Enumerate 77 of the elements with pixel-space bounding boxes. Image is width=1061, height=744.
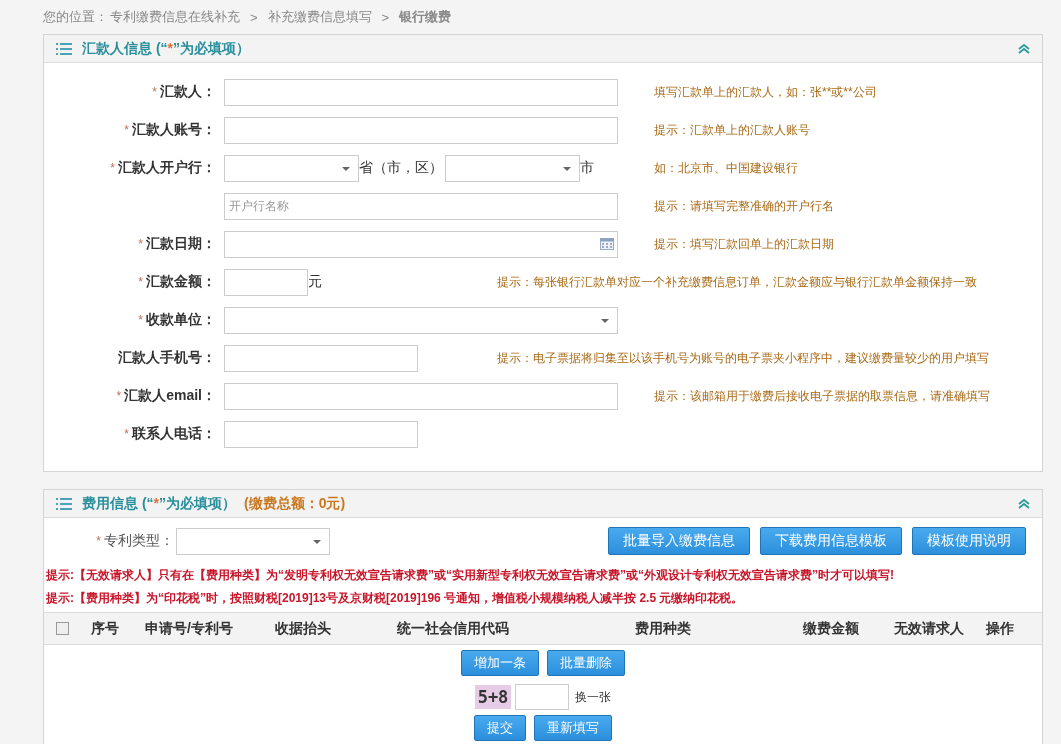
field-hint: 提示：汇款单上的汇款人账号 <box>654 121 810 139</box>
column-header: 费用种类 <box>634 619 692 638</box>
collapse-icon[interactable] <box>1018 498 1030 509</box>
required-mark: * <box>116 389 122 403</box>
captcha-field[interactable] <box>515 684 570 710</box>
breadcrumb-separator: > <box>250 9 258 25</box>
fee-total: (缴费总额：0元) <box>244 494 346 513</box>
warning-note: 提示:【无效请求人】只有在【费用种类】为“发明专利权无效宣告请求费”或“实用新型专利权无效宣告请求费”或“外观设计专利权无效宣告请求费”时才可以填写! <box>45 567 895 584</box>
field-hint: 提示：该邮箱用于缴费后接收电子票据的取票信息，请准确填写 <box>654 387 990 405</box>
captcha-image: 5+8 <box>474 685 512 709</box>
required-mark: * <box>110 161 115 175</box>
field-label: 专利类型： <box>104 532 174 548</box>
field-hint: 提示：填写汇款回单上的汇款日期 <box>654 235 834 253</box>
field-label: 汇款人email： <box>124 387 216 403</box>
submit-button[interactable]: 重新填写 <box>534 715 612 741</box>
column-header: 缴费金额 <box>801 619 860 638</box>
input-field[interactable] <box>224 420 418 448</box>
row-button[interactable]: 增加一条 <box>461 650 539 676</box>
column-header: 无效请求人 <box>893 619 965 638</box>
breadcrumb-link[interactable]: 补充缴费信息填写 <box>267 8 372 26</box>
field-suffix: 省（市，区） <box>359 159 443 177</box>
field-hint: 如：北京市、中国建设银行 <box>654 159 798 177</box>
breadcrumb-link[interactable]: 专利缴费信息在线补充 <box>110 8 240 26</box>
column-header: 序号 <box>90 619 120 638</box>
action-button[interactable]: 下载费用信息模板 <box>760 527 902 555</box>
field-label: 汇款人开户行： <box>118 159 216 175</box>
input-field[interactable] <box>224 78 618 106</box>
required-mark: * <box>138 275 143 289</box>
breadcrumb-current: 银行缴费 <box>399 8 452 26</box>
column-header: 收据抬头 <box>274 619 332 638</box>
list-icon <box>56 42 72 55</box>
field-label: 汇款日期： <box>146 235 216 251</box>
unit-label: 元 <box>308 273 322 291</box>
action-button[interactable]: 批量导入缴费信息 <box>608 527 750 555</box>
section-title: 汇款人信息 (“*”为必填项） <box>82 39 250 58</box>
required-mark: * <box>96 534 101 548</box>
field-suffix: 市 <box>580 159 594 177</box>
column-header: 统一社会信用代码 <box>396 619 510 638</box>
required-mark: * <box>138 237 143 251</box>
field-hint: 填写汇款单上的汇款人，如：张**或**公司 <box>654 83 877 101</box>
required-mark: * <box>138 313 143 327</box>
input-field[interactable] <box>224 116 618 144</box>
warning-note: 提示:【费用种类】为“印花税”时，按照财税[2019]13号及京财税[2019]196 号通知，增值税小规模纳税人减半按 2.5 元缴纳印花税。 <box>45 590 745 607</box>
date-field[interactable] <box>224 230 618 258</box>
refresh-link[interactable]: 换一张 <box>575 688 612 706</box>
required-mark: * <box>124 427 129 441</box>
breadcrumb-label: 您的位置： <box>43 8 108 26</box>
field-label: 汇款人账号： <box>132 121 216 137</box>
amount-field[interactable] <box>224 268 308 296</box>
section-title: 费用信息 (“*”为必填项） <box>82 494 236 513</box>
list-icon <box>56 497 72 510</box>
field-label: 联系人电话： <box>132 425 216 441</box>
field-label: 收款单位： <box>146 311 216 327</box>
select-field[interactable] <box>445 154 580 182</box>
required-mark: * <box>152 85 157 99</box>
action-button[interactable]: 模板使用说明 <box>912 527 1026 555</box>
select-field[interactable] <box>224 154 359 182</box>
input-field[interactable] <box>224 344 418 372</box>
field-label: 汇款人手机号： <box>118 349 216 365</box>
field-label: 汇款人： <box>160 83 216 99</box>
select-field[interactable] <box>224 306 618 334</box>
column-header: 操作 <box>985 619 1015 638</box>
input-field[interactable] <box>224 382 618 410</box>
select-all-checkbox[interactable] <box>55 622 69 635</box>
select-field[interactable] <box>176 527 330 555</box>
collapse-icon[interactable] <box>1018 43 1030 54</box>
breadcrumb-separator: > <box>381 9 390 25</box>
submit-button[interactable]: 提交 <box>474 715 526 741</box>
row-button[interactable]: 批量删除 <box>547 650 625 676</box>
column-header: 申请号/专利号 <box>144 619 234 638</box>
field-hint: 提示：请填写完整准确的开户行名 <box>654 197 834 215</box>
field-label: 汇款金额： <box>146 273 216 289</box>
required-mark: * <box>124 123 129 137</box>
input-field[interactable]: 开户行名称 <box>224 192 618 220</box>
field-hint: 提示：电子票据将归集至以该手机号为账号的电子票夹小程序中，建议缴费量较少的用户填写 <box>497 349 989 367</box>
calendar-icon[interactable] <box>600 238 614 250</box>
field-hint: 提示：每张银行汇款单对应一个补充缴费信息订单，汇款金额应与银行汇款单金额保持一致 <box>497 273 977 291</box>
